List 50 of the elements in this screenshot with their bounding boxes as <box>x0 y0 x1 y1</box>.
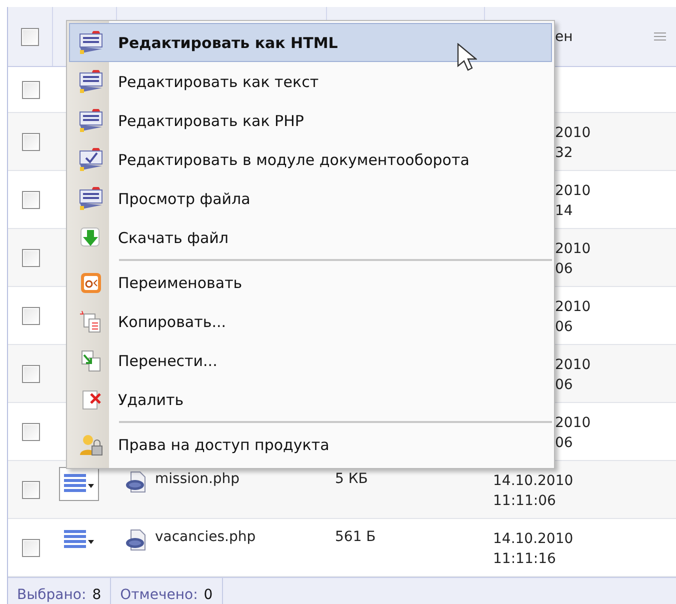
user-lock-icon <box>79 434 103 456</box>
document-tag-icon <box>78 70 104 94</box>
checkbox[interactable] <box>22 364 40 382</box>
date-cell-text: 14.10.2010 11:11:06 <box>493 472 574 511</box>
date-cell-text: 2010 06 <box>555 298 591 337</box>
menu-item[interactable]: Просмотр файла <box>69 179 552 218</box>
mouse-cursor-icon <box>457 43 477 73</box>
date-cell-text: 2010 06 <box>555 414 591 453</box>
status-value: 0 <box>204 587 213 603</box>
column-header: ен <box>555 28 573 46</box>
document-check-icon <box>78 148 104 172</box>
menu-item[interactable]: Скачать файл <box>69 218 552 257</box>
menu-item[interactable]: Редактировать как HTML <box>69 23 552 62</box>
checkbox[interactable] <box>22 306 40 324</box>
document-tag-icon <box>78 108 104 132</box>
menu-item[interactable]: Удалить <box>69 380 552 419</box>
checkbox[interactable] <box>22 480 40 498</box>
menu-item[interactable]: Права на доступ продукта <box>69 425 552 464</box>
checkbox[interactable] <box>22 80 40 98</box>
move-icon <box>79 348 103 372</box>
date-cell-text: 2010 06 <box>555 240 591 279</box>
file-size: 5 КБ <box>335 471 368 487</box>
menu-icon[interactable] <box>654 32 666 41</box>
checkbox[interactable] <box>22 132 40 150</box>
checkbox[interactable] <box>22 538 40 556</box>
checkbox[interactable] <box>22 422 40 440</box>
status-value: 8 <box>92 587 102 603</box>
menu-item[interactable]: Перенести... <box>69 341 552 380</box>
menu-item[interactable]: Редактировать как PHP <box>69 101 552 140</box>
date-cell-text: 14.10.2010 11:11:16 <box>493 530 574 569</box>
menu-item[interactable]: Копировать... <box>69 302 552 341</box>
date-cell-text: 2010 14 <box>555 182 591 221</box>
checkbox[interactable] <box>21 28 39 46</box>
file-size: 561 Б <box>335 529 376 545</box>
date-cell-text: 2010 06 <box>555 356 591 395</box>
row-menu-button[interactable] <box>59 467 99 501</box>
date-cell-text: 2010 32 <box>555 124 591 163</box>
file-name[interactable]: mission.php <box>155 471 240 487</box>
status-label: Выбрано: <box>17 587 86 603</box>
checkbox[interactable] <box>22 190 40 208</box>
rename-icon <box>80 272 102 294</box>
document-tag-icon <box>78 30 104 54</box>
document-tag-icon <box>78 186 104 210</box>
checkbox[interactable] <box>22 248 40 266</box>
menu-item[interactable]: Переименовать <box>69 263 552 302</box>
menu-item[interactable]: Редактировать в модуле документооборота <box>69 140 552 179</box>
status-label: Отмечено: <box>120 587 198 603</box>
copy-icon <box>79 310 103 334</box>
file-name[interactable]: vacancies.php <box>155 529 256 545</box>
menu-item[interactable]: Редактировать как текст <box>69 62 552 101</box>
